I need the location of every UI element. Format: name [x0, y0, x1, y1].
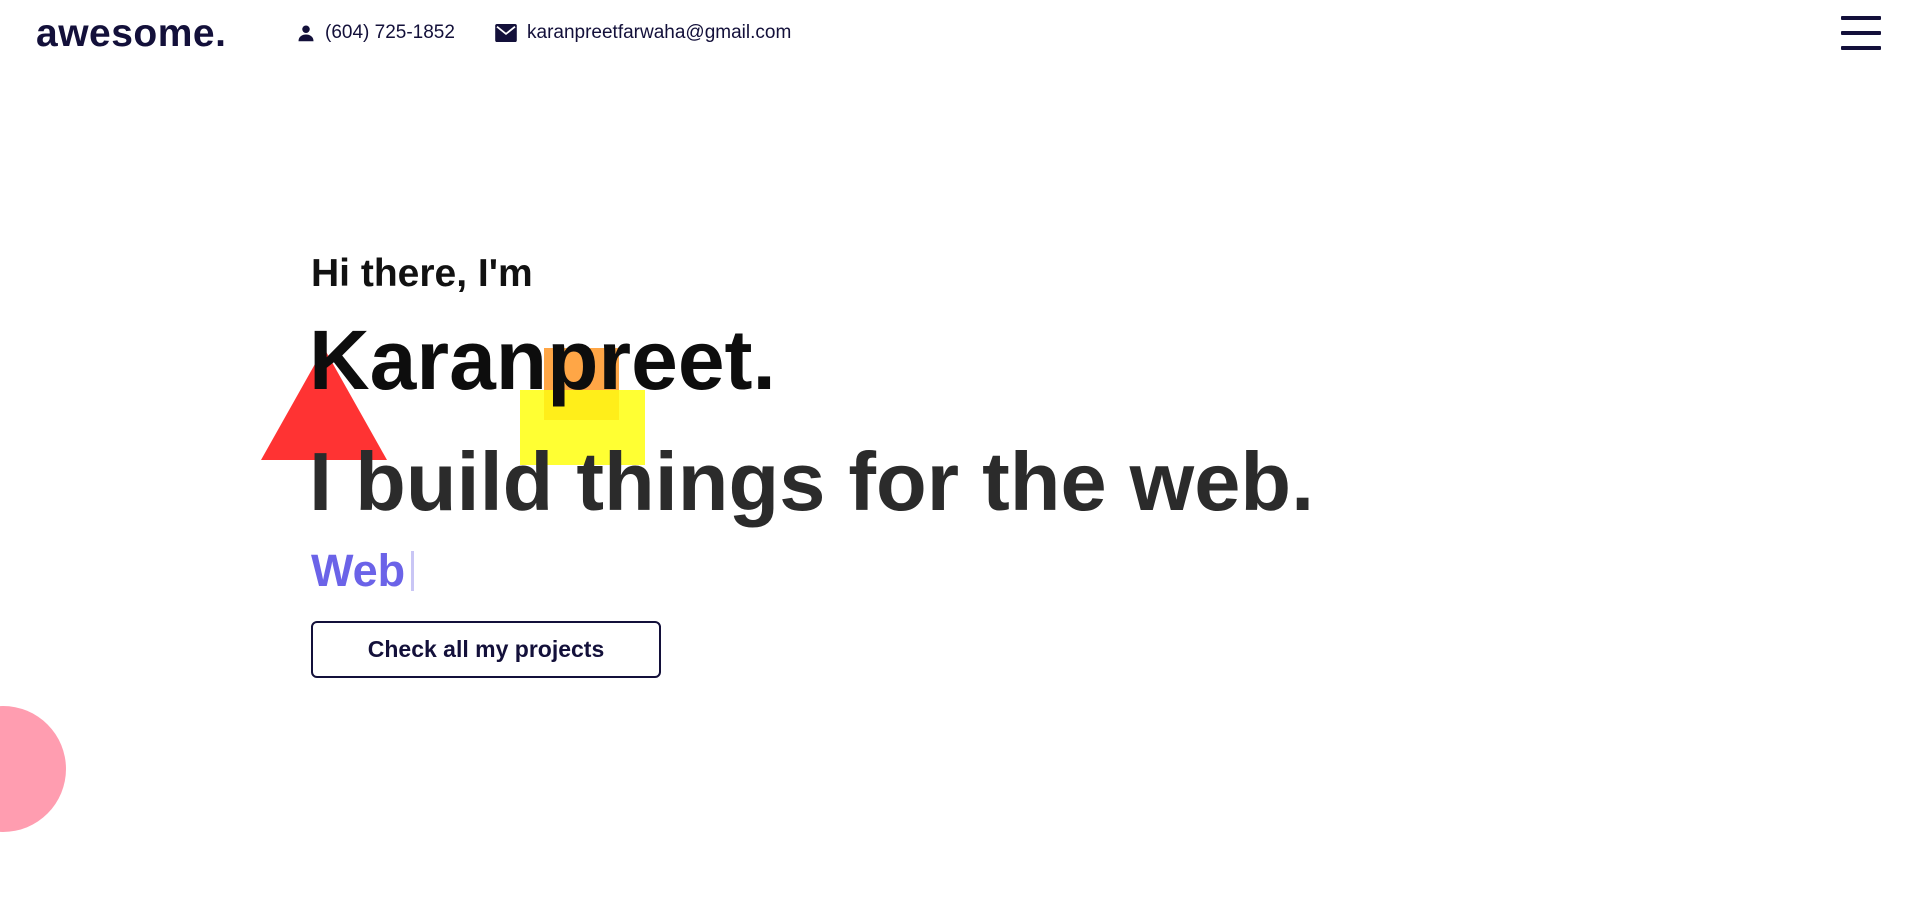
menu-bar-bottom: [1841, 46, 1881, 50]
hero-tagline: I build things for the web.: [309, 435, 1315, 528]
logo[interactable]: awesome.: [36, 12, 226, 56]
page: awesome. (604) 725-1852 karanpreetfarwah…: [0, 0, 1918, 921]
hero-name: Karanpreet.: [309, 313, 776, 407]
mail-icon: [495, 24, 517, 42]
typed-role-text: Web: [311, 545, 406, 596]
menu-bar-top: [1841, 16, 1881, 20]
pink-circle-decoration: [0, 706, 66, 832]
typing-cursor: [411, 551, 415, 591]
phone-number: (604) 725-1852: [325, 22, 455, 43]
typed-role: Web: [311, 545, 415, 597]
check-projects-button[interactable]: Check all my projects: [311, 621, 661, 678]
menu-bar-middle: [1841, 31, 1881, 35]
hero-greeting: Hi there, I'm: [311, 252, 533, 295]
email-link[interactable]: karanpreetfarwaha@gmail.com: [495, 22, 791, 44]
hamburger-menu-icon[interactable]: [1841, 16, 1881, 52]
email-address: karanpreetfarwaha@gmail.com: [527, 22, 792, 43]
person-icon: [298, 25, 314, 42]
phone-link[interactable]: (604) 725-1852: [297, 22, 455, 44]
